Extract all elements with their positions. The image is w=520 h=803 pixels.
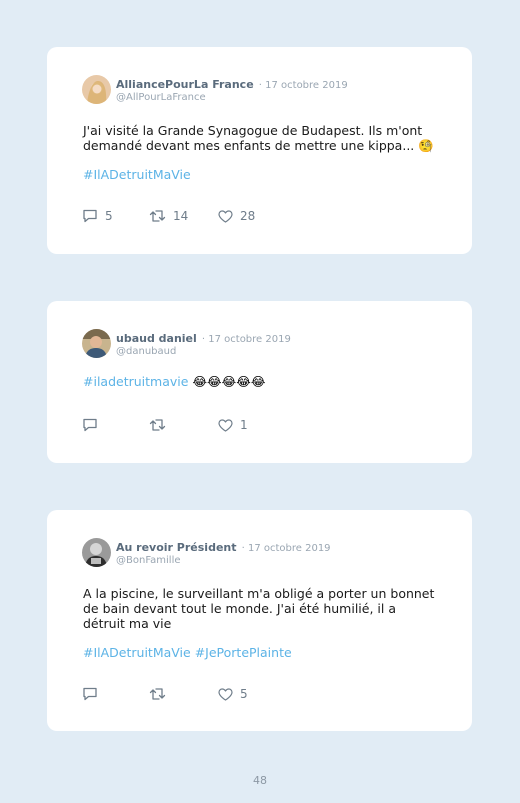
retweet-icon (149, 419, 166, 431)
hashtag-link[interactable]: #iladetruitmavie (83, 374, 188, 389)
tweet-text: J'ai visité la Grande Synagogue de Budap… (83, 123, 434, 153)
like-count: 5 (240, 687, 248, 701)
avatar[interactable] (82, 329, 111, 358)
heart-icon (218, 209, 233, 223)
retweet-icon (149, 688, 166, 700)
post-date: 17 octobre 2019 (265, 80, 348, 91)
reply-button[interactable] (82, 687, 98, 701)
like-count: 28 (240, 209, 256, 223)
tweet-card: Au revoir Président · 17 octobre 2019 @B… (47, 510, 472, 731)
tweet-header: ubaud daniel · 17 octobre 2019 @danubaud (82, 329, 291, 358)
reply-button[interactable] (82, 418, 98, 432)
post-date: 17 octobre 2019 (208, 334, 291, 345)
like-count: 1 (240, 418, 248, 432)
like-button[interactable]: 5 (218, 687, 248, 701)
retweet-icon (149, 210, 166, 222)
tweet-text: #iladetruitmavie 😂😂😂😂😂 (83, 374, 265, 389)
retweet-button[interactable]: 14 (149, 209, 188, 223)
tweet-card: AlliancePourLa France · 17 octobre 2019 … (47, 47, 472, 254)
author-name[interactable]: AlliancePourLa France (116, 78, 254, 91)
author-handle[interactable]: @AllPourLaFrance (116, 92, 348, 104)
retweet-button[interactable] (149, 687, 166, 701)
tweet-text: A la piscine, le surveillant m'a obligé … (83, 586, 435, 631)
post-date: 17 octobre 2019 (247, 543, 331, 554)
reply-count: 5 (105, 209, 113, 223)
tweet-header: Au revoir Président · 17 octobre 2019 @B… (82, 538, 331, 567)
author-handle[interactable]: @BonFamille (116, 555, 331, 567)
avatar[interactable] (82, 538, 111, 567)
reply-icon (83, 687, 97, 701)
emoji-text: 😂😂😂😂😂 (192, 374, 266, 389)
like-button[interactable]: 28 (218, 209, 255, 223)
page-number: 48 (253, 774, 267, 787)
heart-icon (218, 687, 233, 701)
avatar[interactable] (82, 75, 111, 104)
author-name[interactable]: Au revoir Président (116, 541, 237, 554)
author-handle[interactable]: @danubaud (116, 346, 291, 358)
retweet-count: 14 (173, 209, 189, 223)
like-button[interactable]: 1 (218, 418, 248, 432)
reply-icon (83, 209, 97, 223)
hashtag-link[interactable]: #IlADetruitMaVie #JePortePlainte (83, 645, 292, 660)
reply-icon (83, 418, 97, 432)
tweet-card: ubaud daniel · 17 octobre 2019 @danubaud… (47, 301, 472, 463)
author-name[interactable]: ubaud daniel (116, 332, 197, 345)
retweet-button[interactable] (149, 418, 166, 432)
hashtag-link[interactable]: #IlADetruitMaVie (83, 167, 191, 182)
heart-icon (218, 418, 233, 432)
tweet-header: AlliancePourLa France · 17 octobre 2019 … (82, 75, 348, 104)
reply-button[interactable]: 5 (82, 209, 113, 223)
